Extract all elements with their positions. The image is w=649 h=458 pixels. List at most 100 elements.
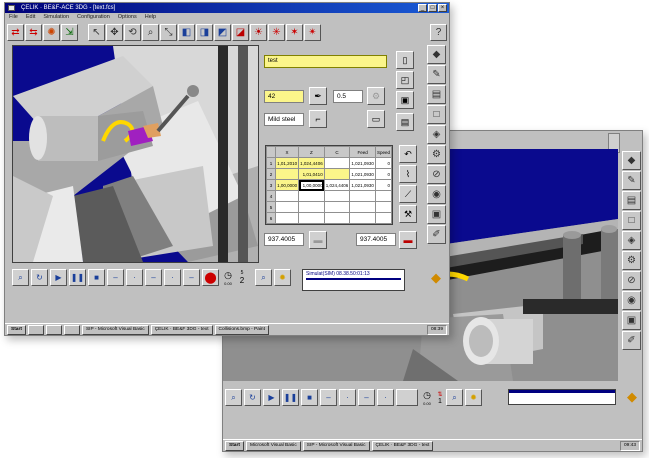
bend-tool-icon[interactable]: ⌐	[309, 110, 327, 128]
menu-options[interactable]: Options	[118, 13, 137, 22]
image-icon[interactable]: ▣	[622, 311, 641, 330]
grid-cell[interactable]	[298, 201, 325, 213]
taskbar-item[interactable]: SIP - Microsoft Visual Basic	[81, 324, 149, 335]
pencil-icon[interactable]: ✎	[427, 65, 446, 84]
step-back-icon[interactable]: –	[320, 389, 337, 406]
grid-cell[interactable]	[323, 201, 351, 213]
table-row[interactable]: 2 1,01,0410 1,021,0930 0	[266, 168, 393, 180]
grid-cell[interactable]	[374, 190, 393, 202]
pen-icon[interactable]: ✐	[427, 225, 446, 244]
fire-icon[interactable]: ✺	[43, 24, 60, 41]
search-icon[interactable]: ⌕	[446, 389, 463, 406]
grid-cell[interactable]: 1,01,0410	[298, 168, 325, 180]
pointer-icon[interactable]: ↖	[88, 24, 105, 41]
zoom-icon[interactable]: ⌕	[142, 24, 159, 41]
blank-page-icon[interactable]: □	[427, 105, 446, 124]
new-file-icon[interactable]: ▯	[396, 51, 414, 69]
material-field[interactable]: Mild steel	[264, 113, 304, 126]
step-back-icon[interactable]: –	[107, 269, 124, 286]
quicklaunch-icon[interactable]	[45, 324, 62, 335]
coordinate-field-left[interactable]: 937.4005	[264, 233, 304, 246]
undo-icon[interactable]: ↶	[399, 145, 417, 163]
table-row[interactable]: 5	[266, 201, 393, 213]
table-row[interactable]: 4	[266, 190, 393, 202]
grid-cell[interactable]	[298, 212, 325, 224]
cube-color-icon[interactable]: ◪	[232, 24, 249, 41]
table-row[interactable]: 6	[266, 212, 393, 224]
scroll-slot-icon[interactable]: ▬	[309, 231, 327, 249]
lightbulb-icon[interactable]: ✹	[465, 389, 482, 406]
step-last-icon[interactable]: –	[183, 269, 200, 286]
table-row[interactable]: 3 1,00,0000 1,00,0000 1,024,4406 1,021,0…	[266, 179, 393, 191]
grid-cell[interactable]	[349, 201, 376, 213]
grid-cell[interactable]	[349, 190, 376, 202]
curve-icon[interactable]: ⌇	[399, 165, 417, 183]
cube-left-icon[interactable]: ◧	[178, 24, 195, 41]
play-icon[interactable]: ▶	[263, 389, 280, 406]
grid-cell[interactable]: 1,024,4406	[323, 179, 351, 191]
menu-edit[interactable]: Edit	[26, 13, 35, 22]
gear-icon[interactable]: ⚙	[622, 251, 641, 270]
stop-icon[interactable]: ⊘	[622, 271, 641, 290]
red-marker-icon[interactable]: ▬	[399, 231, 417, 249]
grid-cell-selected[interactable]: 1,00,0000	[298, 179, 325, 191]
camera-icon[interactable]: ◉	[427, 185, 446, 204]
step-icon[interactable]: ·	[339, 389, 356, 406]
menu-simulation[interactable]: Simulation	[43, 13, 69, 22]
3d-viewport[interactable]	[12, 45, 259, 263]
step-icon[interactable]: ·	[126, 269, 143, 286]
pause-icon[interactable]: ❚❚	[282, 389, 299, 406]
export-icon[interactable]: ⇲	[61, 24, 78, 41]
grid-cell[interactable]: 1,021,0930	[349, 168, 376, 180]
move-icon[interactable]: ⇆	[25, 24, 42, 41]
maximize-icon[interactable]: □	[428, 4, 437, 12]
menu-configuration[interactable]: Configuration	[77, 13, 110, 22]
grid-cell[interactable]	[323, 157, 351, 169]
document-icon[interactable]: ▤	[622, 191, 641, 210]
value-field-b[interactable]: 0.5	[333, 90, 363, 103]
value-field-a[interactable]: 42	[264, 90, 304, 103]
camera-rotate-icon[interactable]: ↻	[244, 389, 261, 406]
blank-page-icon[interactable]: □	[622, 211, 641, 230]
pencil-icon[interactable]: ✎	[622, 171, 641, 190]
lightbulb-icon[interactable]: ✹	[274, 269, 291, 286]
grid-cell[interactable]: 0	[374, 157, 393, 169]
text-label-field[interactable]: test	[264, 55, 387, 68]
step-forward-icon[interactable]: –	[145, 269, 162, 286]
grid-cell[interactable]: 1,021,0930	[349, 157, 376, 169]
search-icon[interactable]: ⌕	[255, 269, 272, 286]
close-icon[interactable]: ×	[438, 4, 447, 12]
pen-tool-icon[interactable]: ✒	[309, 87, 327, 105]
cube-right-icon[interactable]: ◨	[196, 24, 213, 41]
grid-cell[interactable]	[374, 212, 393, 224]
grid-cell[interactable]	[323, 190, 351, 202]
stop-square-icon[interactable]: ■	[88, 269, 105, 286]
pan-icon[interactable]: ✥	[106, 24, 123, 41]
save-icon[interactable]: ▣	[396, 91, 414, 109]
zoom-icon[interactable]: ⌕	[12, 269, 29, 286]
quicklaunch-icon[interactable]	[27, 324, 44, 335]
settings-icon[interactable]: ⚙	[367, 87, 385, 105]
grid-cell[interactable]	[274, 201, 300, 213]
record-button[interactable]	[396, 389, 418, 406]
menu-help[interactable]: Help	[145, 13, 156, 22]
sparkle-icon[interactable]: ✶	[286, 24, 303, 41]
coordinates-grid[interactable]: X Z C Feed Speed 1 1,01,2010 1,024,4406 …	[265, 145, 393, 225]
eraser-icon[interactable]: ◈	[427, 125, 446, 144]
explode-icon[interactable]: ✳	[268, 24, 285, 41]
grid-cell[interactable]	[298, 190, 325, 202]
grid-cell[interactable]	[323, 168, 351, 180]
image-icon[interactable]: ▣	[427, 205, 446, 224]
grid-cell[interactable]: 1,00,0000	[274, 179, 300, 191]
grid-cell[interactable]	[349, 212, 376, 224]
ray-icon[interactable]: ✴	[304, 24, 321, 41]
rotate-icon[interactable]: ⟲	[124, 24, 141, 41]
gear-icon[interactable]: ⚙	[427, 145, 446, 164]
taskbar-item[interactable]: ÇELIK · BE&F 3DG - text	[150, 324, 213, 335]
pen-icon[interactable]: ✐	[622, 331, 641, 350]
taskbar-item[interactable]: Collisions.bmp - Paint	[214, 324, 269, 335]
grid-cell[interactable]	[274, 168, 300, 180]
eraser-icon[interactable]: ◈	[622, 231, 641, 250]
cube-front-icon[interactable]: ◩	[214, 24, 231, 41]
taskbar-item[interactable]: SIP - Microsoft Visual Basic	[302, 440, 370, 451]
